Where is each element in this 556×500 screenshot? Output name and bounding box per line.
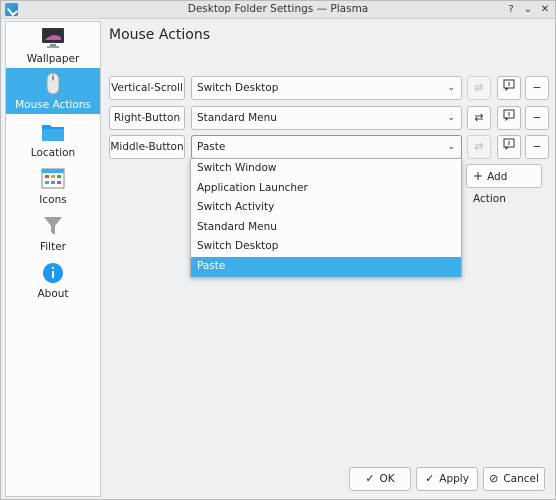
about-plugin-button[interactable] [497, 76, 521, 100]
settings-window: Desktop Folder Settings — Plasma ? ⌄ ✕ W… [0, 0, 556, 500]
close-button[interactable]: ✕ [537, 2, 553, 18]
icons-grid-icon [40, 166, 66, 195]
folder-icon [40, 119, 66, 148]
dropdown-option-selected[interactable]: Paste [191, 256, 461, 277]
action-combobox[interactable]: Standard Menu ⌄ [191, 106, 462, 130]
sidebar-item-label: Location [30, 147, 76, 159]
configure-button[interactable]: ⇄ [467, 135, 491, 159]
sidebar-item-label: Icons [39, 194, 67, 206]
page-title: Mouse Actions [109, 27, 211, 43]
title-bar[interactable]: Desktop Folder Settings — Plasma ? ⌄ ✕ [1, 1, 555, 19]
action-combobox[interactable]: Paste ⌄ [191, 135, 462, 159]
cancel-label: Cancel [503, 473, 539, 485]
add-action-button[interactable]: + Add Action [466, 164, 542, 205]
sidebar-item-label: Filter [39, 241, 66, 253]
sidebar-item-about[interactable]: About [6, 257, 100, 303]
sidebar-item-icons[interactable]: Icons [6, 163, 100, 209]
remove-button[interactable]: − [525, 76, 549, 100]
configure-button[interactable]: ⇄ [467, 106, 491, 130]
remove-button[interactable]: − [525, 106, 549, 130]
sidebar-item-location[interactable]: Location [6, 116, 100, 162]
chevron-down-icon: ⌄ [447, 83, 455, 93]
mouse-action-row: Middle-Button Paste ⌄ ⇄ − [109, 135, 549, 159]
mouse-action-row: Vertical-Scroll Switch Desktop ⌄ ⇄ − [109, 76, 549, 100]
trigger-button[interactable]: Middle-Button [109, 135, 185, 159]
help-button[interactable]: ? [503, 2, 519, 18]
info-icon [40, 260, 66, 289]
funnel-icon [40, 213, 66, 242]
sidebar-item-mouse-actions[interactable]: Mouse Actions [6, 68, 100, 114]
dropdown-option[interactable]: Switch Activity [191, 198, 461, 218]
dropdown-option[interactable]: Switch Window [191, 159, 461, 179]
sidebar-item-label: Mouse Actions [15, 99, 91, 111]
ok-label: OK [379, 473, 395, 485]
sidebar-item-filter[interactable]: Filter [6, 210, 100, 256]
combobox-value: Switch Desktop [197, 82, 279, 94]
dropdown-option[interactable]: Application Launcher [191, 179, 461, 199]
action-dropdown-list: Switch Window Application Launcher Switc… [190, 158, 462, 277]
sidebar-item-label: Wallpaper [26, 53, 80, 65]
about-plugin-button[interactable] [497, 135, 521, 159]
minimize-button[interactable]: ⌄ [520, 2, 536, 18]
checkmark-icon: ✓ [365, 472, 375, 485]
about-plugin-button[interactable] [497, 106, 521, 130]
configure-button[interactable]: ⇄ [467, 76, 491, 100]
cancel-button[interactable]: ⊘ Cancel [483, 467, 545, 491]
cancel-icon: ⊘ [489, 472, 499, 485]
ok-button[interactable]: ✓ OK [349, 467, 411, 491]
sidebar-item-wallpaper[interactable]: Wallpaper [6, 22, 100, 68]
trigger-button[interactable]: Vertical-Scroll [109, 76, 185, 100]
combobox-value: Standard Menu [197, 112, 277, 124]
chevron-down-icon: ⌄ [447, 142, 455, 152]
mouse-action-row: Right-Button Standard Menu ⌄ ⇄ − [109, 106, 549, 130]
window-title: Desktop Folder Settings — Plasma [187, 3, 369, 15]
trigger-button[interactable]: Right-Button [109, 106, 185, 130]
apply-label: Apply [439, 473, 469, 485]
apply-button[interactable]: ✓ Apply [416, 467, 478, 491]
action-combobox[interactable]: Switch Desktop ⌄ [191, 76, 462, 100]
chevron-down-icon: ⌄ [447, 113, 455, 123]
monitor-icon [40, 25, 66, 54]
dropdown-option[interactable]: Standard Menu [191, 218, 461, 238]
sidebar: Wallpaper Mouse Actions Location Icons F… [5, 21, 101, 497]
sidebar-item-label: About [37, 288, 69, 300]
combobox-value: Paste [197, 141, 226, 153]
checkmark-icon: ✓ [425, 472, 435, 485]
dropdown-option[interactable]: Switch Desktop [191, 237, 461, 257]
remove-button[interactable]: − [525, 135, 549, 159]
plus-icon: + [473, 169, 484, 183]
mouse-icon [40, 71, 66, 100]
